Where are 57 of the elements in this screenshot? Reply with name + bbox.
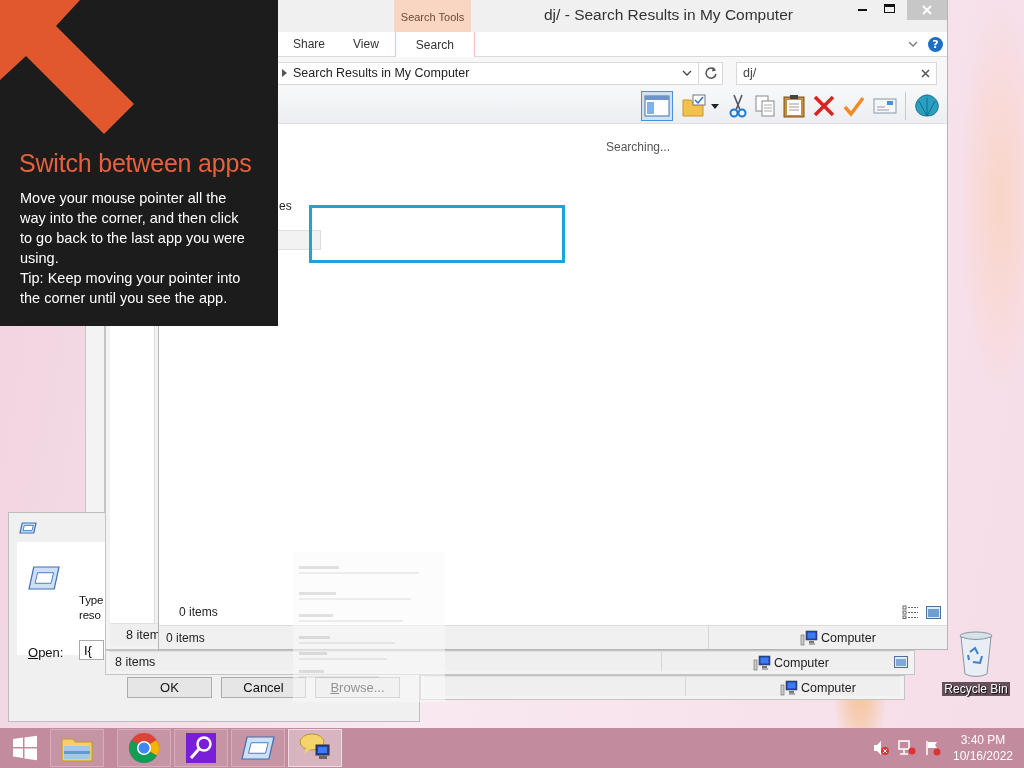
clear-icon[interactable]: [921, 68, 930, 78]
search-field[interactable]: dj/: [736, 61, 937, 85]
run-window-icon: [19, 521, 37, 534]
browser-icon[interactable]: [128, 732, 160, 764]
open-field[interactable]: I{: [79, 640, 104, 660]
status-message: Searching...: [606, 140, 672, 154]
prompt-text: reso: [79, 608, 102, 623]
run-window-icon: [241, 736, 275, 760]
chevron-down-icon[interactable]: [908, 41, 918, 47]
refresh-button[interactable]: [699, 61, 723, 85]
recycle-bin-icon[interactable]: [958, 630, 994, 678]
taskbar-button[interactable]: [231, 729, 285, 767]
cancel-button[interactable]: Cancel: [221, 677, 306, 698]
chevron-down-icon[interactable]: [682, 70, 692, 76]
clock-date: 10/16/2022: [952, 748, 1014, 764]
network-icon[interactable]: [898, 740, 916, 756]
details-view-icon[interactable]: [902, 605, 918, 619]
run-window-icon: [28, 566, 60, 590]
flag-icon[interactable]: [925, 740, 941, 756]
preview-pane-icon[interactable]: [926, 605, 941, 619]
preview-pane-icon[interactable]: [894, 656, 908, 668]
tip-text: Move your mouse pointer all the way into the corner, and then click to go back to the last app you were using.: [20, 189, 246, 268]
desktop-icon-label[interactable]: Recycle Bin: [942, 682, 1010, 696]
close-icon: [922, 5, 932, 15]
ribbon-tab[interactable]: Search: [394, 32, 475, 57]
location-label: Computer: [821, 630, 876, 645]
computer-icon: [753, 655, 771, 671]
magnifier-icon[interactable]: [186, 733, 216, 763]
taskbar-button[interactable]: [288, 729, 342, 767]
tip-title: Switch between apps: [19, 149, 252, 178]
envelope-icon[interactable]: [873, 98, 897, 114]
volume-muted-icon[interactable]: [873, 740, 889, 756]
computer-icon: [780, 680, 798, 696]
location-label: Computer: [774, 656, 829, 670]
tip-text: Tip: Keep moving your pointer into the corner until you see the app.: [20, 269, 242, 308]
computer-icon: [800, 629, 818, 646]
taskbar-button[interactable]: [174, 729, 228, 767]
windows-logo-icon: [12, 735, 38, 761]
help-button[interactable]: ?: [928, 36, 943, 52]
location-label: Computer: [801, 681, 856, 695]
ribbon-tab[interactable]: View: [339, 32, 393, 56]
breadcrumb-arrow-icon: [282, 69, 287, 77]
context-tab-header: Search Tools: [394, 0, 471, 32]
caret-icon[interactable]: [711, 103, 719, 109]
item-count: 8 items: [114, 654, 156, 669]
clock-time: 3:40 PM: [960, 732, 1006, 748]
open-label: Open:: [28, 645, 64, 660]
prompt-text: Type: [79, 593, 104, 608]
ribbon-tab[interactable]: Share: [279, 32, 340, 56]
address-bar[interactable]: Search Results in My Computer: [277, 61, 699, 85]
ok-button[interactable]: OK: [127, 677, 212, 698]
partial-label: es: [279, 199, 293, 213]
window-title: dj/ - Search Results in My Computer: [543, 5, 794, 25]
item-count: 0 items: [165, 630, 205, 645]
address-text: Search Results in My Computer: [293, 66, 470, 80]
item-count: 0 items: [179, 605, 218, 619]
refresh-icon: [704, 67, 717, 79]
